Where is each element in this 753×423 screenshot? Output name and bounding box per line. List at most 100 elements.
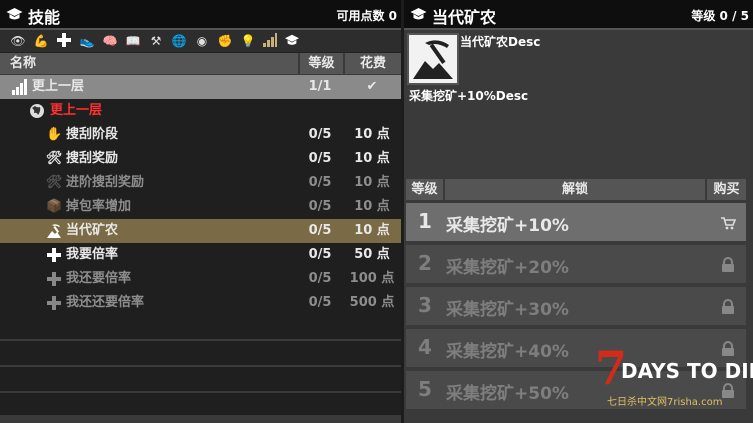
eye-icon[interactable]: 👁 xyxy=(10,33,26,49)
skill-level: 0/5 xyxy=(308,223,332,238)
skill-cost: 10 点 xyxy=(354,199,390,214)
book-icon[interactable]: 📖 xyxy=(125,33,141,49)
empty-row xyxy=(0,393,401,415)
brain-icon[interactable]: 🧠 xyxy=(102,33,118,49)
skill-category-name: 更上一层 xyxy=(50,103,103,118)
skill-level: 0/5 xyxy=(308,271,332,286)
level-text: 采集挖矿+20% xyxy=(446,258,569,278)
skill-description-title: 当代矿农Desc xyxy=(460,35,541,49)
skill-name: 进阶搜刮奖励 xyxy=(66,175,145,190)
skill-name: 搜刮阶段 xyxy=(66,127,119,142)
unlock-column-header: 解锁 xyxy=(445,179,705,200)
column-header-level: 等级 xyxy=(300,53,343,74)
skill-cost: 100 点 xyxy=(349,271,395,286)
level-text: 采集挖矿+40% xyxy=(446,342,569,362)
grad-cap-icon xyxy=(410,8,427,20)
fist-icon[interactable]: ✊ xyxy=(217,33,233,49)
skill-row-attribute[interactable]: 更上一层 1/1 ✔ xyxy=(0,75,401,99)
watermark-sub: 七日杀中文网7risha.com xyxy=(607,397,723,408)
grad-cap-icon[interactable] xyxy=(284,33,300,49)
skill-row-locked[interactable]: 📦 掉包率增加 0/5 10 点 xyxy=(0,195,401,219)
checkmark-icon: ✔ xyxy=(366,79,378,94)
available-points: 可用点数 0 xyxy=(336,9,397,23)
skill-level: 1/1 xyxy=(308,79,332,94)
empty-row xyxy=(0,367,401,391)
watermark-brand: DAYS TO DIE xyxy=(621,359,753,383)
empty-row xyxy=(0,341,401,365)
plus-icon[interactable] xyxy=(56,33,72,49)
skill-level: 0/5 xyxy=(308,295,332,310)
grad-cap-icon xyxy=(6,8,23,20)
skill-row[interactable]: 我要倍率 0/5 50 点 xyxy=(0,243,401,267)
skill-cost: 10 点 xyxy=(354,223,390,238)
level-row-locked[interactable]: 3 采集挖矿+30% xyxy=(406,287,746,325)
level-number: 3 xyxy=(418,293,432,317)
skill-row-selected[interactable]: 当代矿农 0/5 10 点 xyxy=(0,219,401,243)
skill-row[interactable]: 🛠 搜刮奖励 0/5 10 点 xyxy=(0,147,401,171)
skill-cost: 10 点 xyxy=(354,127,390,142)
skill-cost: 50 点 xyxy=(354,247,390,262)
skill-row[interactable]: ✋ 搜刮阶段 0/5 10 点 xyxy=(0,123,401,147)
crate-icon: 📦 xyxy=(46,199,63,214)
skills-panel: 技能 可用点数 0 👁 💪 👟 🧠 📖 ⚒ 🌐 ◉ ✊ 💡 名称 等级 花费 更… xyxy=(0,0,401,423)
mining-icon xyxy=(413,40,453,79)
tools-icon: 🛠 xyxy=(46,151,63,166)
skill-name: 当代矿农 xyxy=(66,223,119,238)
column-header-name: 名称 xyxy=(0,53,298,74)
category-filter-bar: 👁 💪 👟 🧠 📖 ⚒ 🌐 ◉ ✊ 💡 xyxy=(0,30,401,53)
watermark-logo: 7 DAYS TO DIE 七日杀中文网7risha.com xyxy=(595,341,753,408)
skill-name: 我还还要倍率 xyxy=(66,295,145,310)
cart-icon[interactable] xyxy=(720,215,736,231)
detail-level: 等级 0 / 5 xyxy=(691,9,749,23)
level-text: 采集挖矿+30% xyxy=(446,300,569,320)
light-icon[interactable]: 💡 xyxy=(240,33,256,49)
mining-icon xyxy=(47,224,61,238)
skill-level: 0/5 xyxy=(308,151,332,166)
skill-cost: 10 点 xyxy=(354,151,390,166)
column-header-cost: 花费 xyxy=(345,53,401,74)
skill-level: 0/5 xyxy=(308,247,332,262)
skill-description-body: 采集挖矿+10%Desc xyxy=(409,89,529,103)
skill-row-category[interactable]: 更上一层 xyxy=(0,99,401,123)
skill-name: 搜刮奖励 xyxy=(66,151,119,166)
signal-bars-icon[interactable] xyxy=(262,33,278,49)
empty-row xyxy=(0,315,401,339)
level-text: 采集挖矿+10% xyxy=(446,216,569,236)
skill-row-locked[interactable]: 我还还要倍率 0/5 500 点 xyxy=(0,291,401,315)
skills-title: 技能 xyxy=(28,8,61,27)
skill-cost: 500 点 xyxy=(349,295,395,310)
detail-header: 当代矿农 等级 0 / 5 xyxy=(404,0,753,30)
skill-level: 0/5 xyxy=(308,199,332,214)
plus-icon xyxy=(47,272,61,286)
skill-level: 0/5 xyxy=(308,127,332,142)
plus-icon xyxy=(47,248,61,262)
skill-name: 更上一层 xyxy=(32,79,85,94)
sphere-icon[interactable]: ◉ xyxy=(194,33,210,49)
hammer-pick-icon[interactable]: ⚒ xyxy=(148,33,164,49)
level-number: 4 xyxy=(418,335,432,359)
lock-icon xyxy=(722,257,734,272)
level-number: 2 xyxy=(418,251,432,275)
skill-level: 0/5 xyxy=(308,175,332,190)
level-text: 采集挖矿+50% xyxy=(446,384,569,404)
globe-icon[interactable]: 🌐 xyxy=(171,33,187,49)
level-row-locked[interactable]: 2 采集挖矿+20% xyxy=(406,245,746,283)
skill-row-locked[interactable]: 我还要倍率 0/5 100 点 xyxy=(0,267,401,291)
skill-name: 我要倍率 xyxy=(66,247,119,262)
skill-name: 掉包率增加 xyxy=(66,199,132,214)
boot-icon[interactable]: 👟 xyxy=(79,33,95,49)
hand-icon: ✋ xyxy=(46,127,63,142)
skill-cost: 10 点 xyxy=(354,175,390,190)
skill-large-icon xyxy=(407,33,459,85)
flex-arm-icon[interactable]: 💪 xyxy=(33,33,49,49)
signal-bars-icon xyxy=(12,79,27,95)
lock-icon xyxy=(722,299,734,314)
level-number: 1 xyxy=(418,209,432,233)
skill-row-locked[interactable]: 🛠 进阶搜刮奖励 0/5 10 点 xyxy=(0,171,401,195)
skill-name: 我还要倍率 xyxy=(66,271,132,286)
skills-header: 技能 可用点数 0 xyxy=(0,0,401,30)
level-row[interactable]: 1 采集挖矿+10% xyxy=(406,203,746,241)
level-column-header: 等级 xyxy=(406,179,443,200)
globe-icon xyxy=(30,104,44,118)
detail-title: 当代矿农 xyxy=(432,8,497,27)
